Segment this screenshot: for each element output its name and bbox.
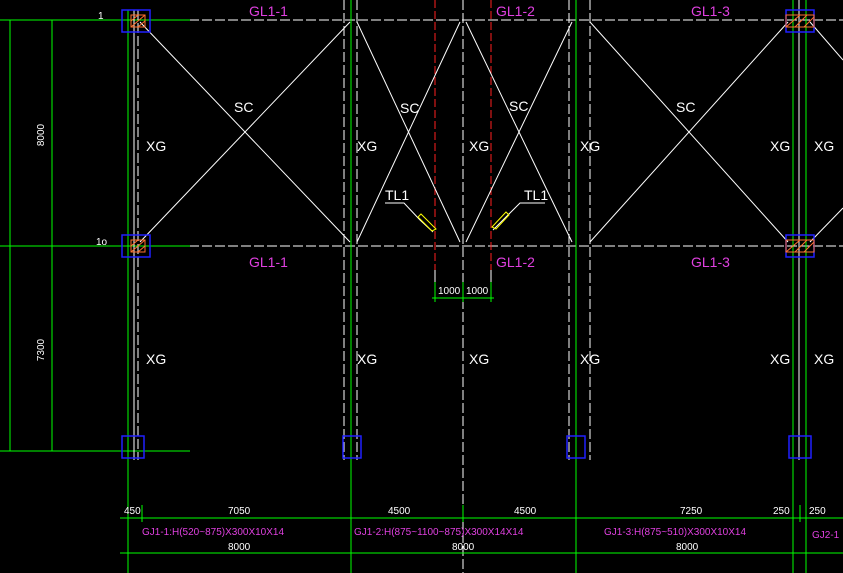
frame-note-gj2-1: GJ2-1 (812, 530, 840, 541)
xg-upper-6: XG (814, 138, 834, 154)
tie-leaders (385, 202, 545, 233)
tl1-label-right: TL1 (524, 187, 548, 203)
xg-lower-5: XG (770, 351, 790, 367)
xg-upper-5: XG (770, 138, 790, 154)
xg-upper-3: XG (469, 138, 489, 154)
xg-upper-2: XG (357, 138, 377, 154)
xg-lower-3: XG (469, 351, 489, 367)
frame-note-gj1-2: GJ1-2:H(875~1100~875)X300X14X14 (354, 527, 524, 538)
span-dim-3: 8000 (676, 542, 699, 553)
brace-label-2: SC (400, 100, 419, 116)
bottom-dim-7050: 7050 (228, 506, 251, 517)
frame-note-gj1-1: GJ1-1:H(520~875)X300X10X14 (142, 527, 284, 538)
vertical-dims: 8000 7300 (36, 123, 47, 361)
tl1-marker-left (417, 213, 437, 232)
bottom-dim-4500b: 4500 (514, 506, 537, 517)
xg-upper-1: XG (146, 138, 166, 154)
beam-label-top-2: GL1-2 (496, 3, 535, 19)
xg-lower-2: XG (357, 351, 377, 367)
axis-mark-1o: 1o (96, 237, 108, 248)
brace-label-1: SC (234, 99, 253, 115)
xg-lower-6: XG (814, 351, 834, 367)
beam-label-top-1: GL1-1 (249, 3, 288, 19)
dim-7300: 7300 (36, 338, 47, 361)
brace-5b (809, 207, 843, 243)
cad-drawing-canvas[interactable]: 8000 7300 1 1o GL1-1 GL1-2 GL1-3 GL1-1 G… (0, 0, 843, 573)
beam-label-top-3: GL1-3 (691, 3, 730, 19)
column-a3 (121, 435, 145, 459)
column-e1 (785, 9, 815, 33)
beam-label-mid-3: GL1-3 (691, 254, 730, 270)
span-dim-1: 8000 (228, 542, 251, 553)
span-dim-2: 8000 (452, 542, 475, 553)
xg-lower-4: XG (580, 351, 600, 367)
xg-upper-4: XG (580, 138, 600, 154)
brace-label-4: SC (676, 99, 695, 115)
bottom-dim-250b: 250 (809, 506, 826, 517)
bottom-dim-450: 450 (124, 506, 141, 517)
bottom-dim-7250: 7250 (680, 506, 703, 517)
small-dim-2: 1000 (466, 286, 489, 297)
tl1-leader-left (385, 202, 434, 233)
beam-label-mid-1: GL1-1 (249, 254, 288, 270)
small-dim-1: 1000 (438, 286, 461, 297)
bottom-dim-4500a: 4500 (388, 506, 411, 517)
beam-label-mid-2: GL1-2 (496, 254, 535, 270)
brace-5a (809, 21, 843, 61)
structural-plan: 8000 7300 1 1o GL1-1 GL1-2 GL1-3 GL1-1 G… (0, 0, 843, 573)
axis-mark-1: 1 (98, 11, 104, 22)
tl1-marker-right (491, 211, 510, 230)
frame-note-gj1-3: GJ1-3:H(875~510)X300X10X14 (604, 527, 746, 538)
column-b3 (342, 435, 362, 459)
column-e3 (788, 435, 812, 459)
xg-lower-1: XG (146, 351, 166, 367)
axis-lines-horizontal (0, 19, 190, 452)
brace-label-3: SC (509, 98, 528, 114)
bottom-dim-250a: 250 (773, 506, 790, 517)
tl1-leader-right (492, 202, 545, 231)
tl1-label-left: TL1 (385, 187, 409, 203)
grid-lines-horizontal (150, 19, 843, 247)
dim-8000: 8000 (36, 123, 47, 146)
columns (121, 9, 815, 459)
